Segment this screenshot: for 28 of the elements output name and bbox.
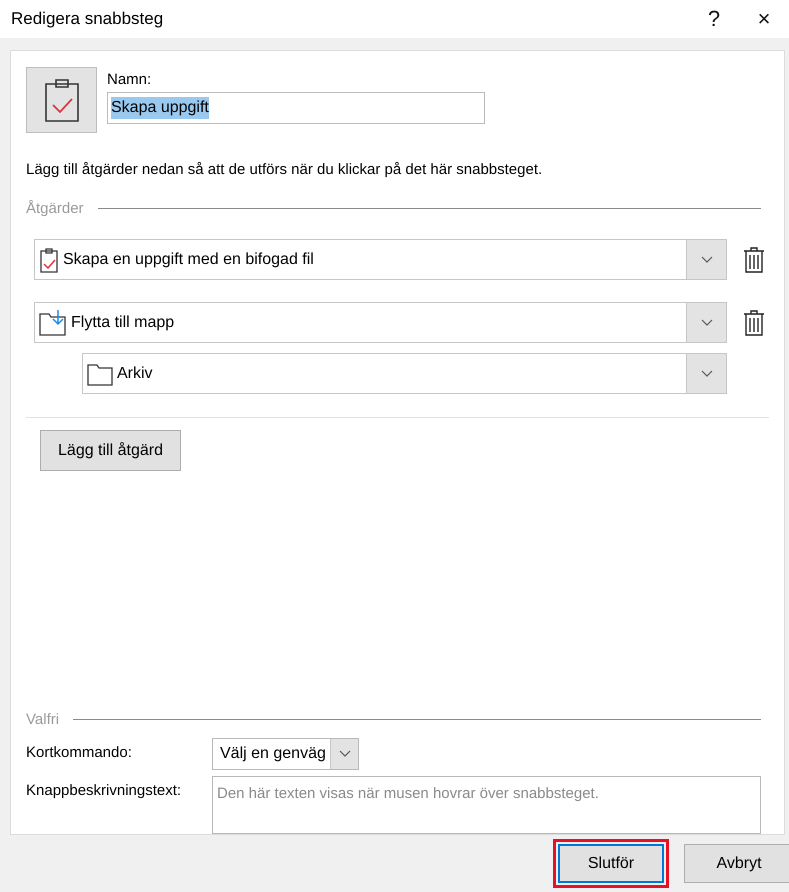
chevron-down-icon: [338, 750, 350, 758]
action-dropdown[interactable]: Skapa en uppgift med en bifogad fil: [34, 239, 727, 280]
action-dropdown[interactable]: Flytta till mapp: [34, 302, 727, 343]
name-label: Namn:: [107, 71, 152, 88]
dialog-button[interactable]: Avbryt: [684, 844, 789, 883]
dialog-button[interactable]: Slutför: [558, 844, 664, 883]
tooltip-field[interactable]: Den här texten visas när musen hovrar över snabbsteget.: [212, 776, 761, 834]
add-action-button[interactable]: Lägg till åtgärd: [40, 430, 181, 471]
help-button[interactable]: ?: [689, 2, 739, 36]
clipboard-check-icon: [38, 246, 60, 272]
folder-dropdown[interactable]: Arkiv: [82, 353, 727, 394]
instruction-text: Lägg till åtgärder nedan så att de utförs när du klickar på det här snabbsteget.: [26, 161, 544, 178]
shortcut-dropdown[interactable]: Välj en genväg: [212, 738, 359, 770]
folder-arrow-icon: [38, 308, 68, 336]
chevron-down-icon: [700, 370, 712, 378]
name-field[interactable]: Skapa uppgift: [107, 92, 485, 124]
shortcut-label: Kortkommando:: [26, 743, 133, 761]
tooltip-label: Knappbeskrivningstext:: [26, 781, 182, 799]
section-heading: Åtgärder: [26, 200, 84, 217]
chevron-down-icon: [700, 256, 712, 264]
window-title: Redigera snabbsteg: [11, 9, 164, 29]
clipboard-check-icon: [44, 78, 80, 122]
close-button[interactable]: ×: [739, 2, 789, 36]
chevron-down-icon: [700, 318, 712, 326]
trash-icon[interactable]: [743, 310, 765, 336]
section-heading: Valfri: [26, 711, 60, 728]
trash-icon[interactable]: [743, 246, 765, 272]
icon-picker-button[interactable]: [26, 67, 97, 133]
